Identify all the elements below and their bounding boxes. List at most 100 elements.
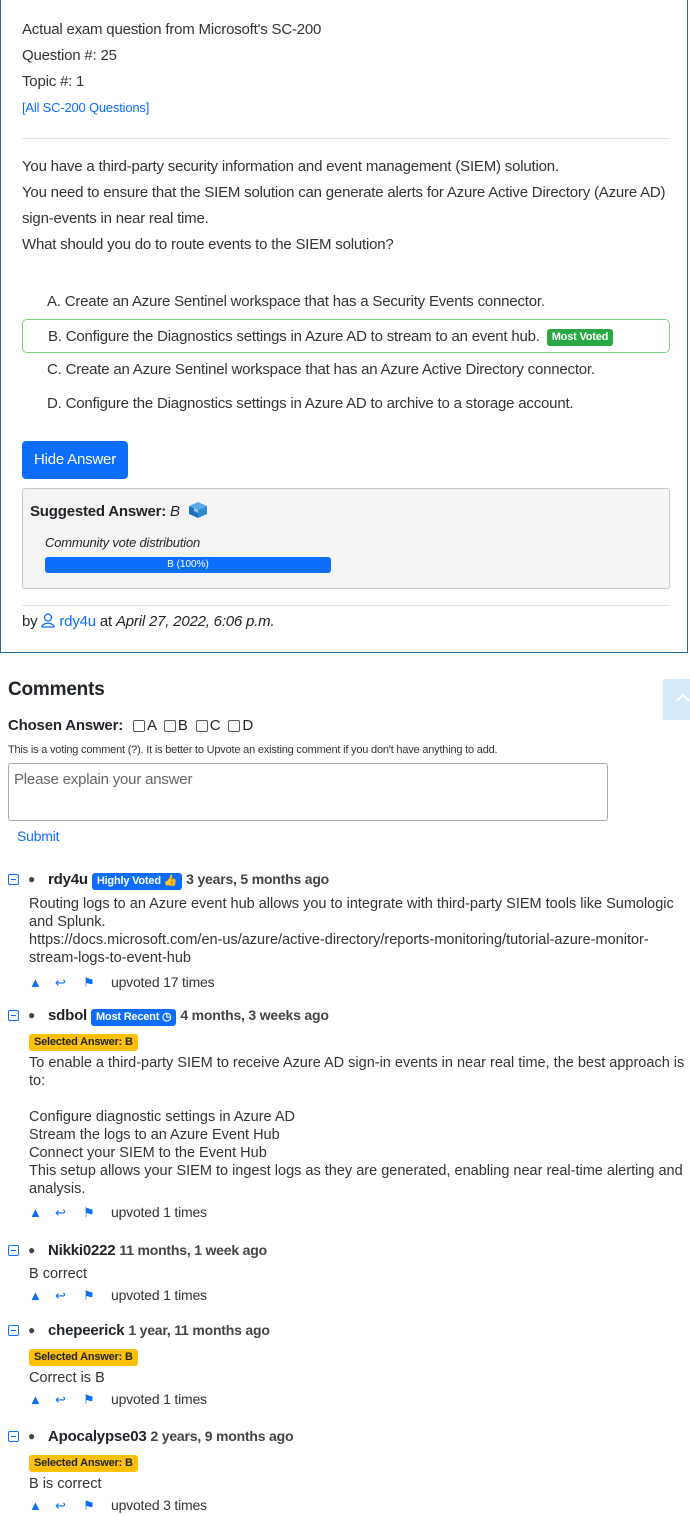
scroll-to-top-button[interactable] xyxy=(663,679,690,720)
submit-button[interactable]: Submit xyxy=(17,828,60,844)
upvote-icon[interactable]: ▲ xyxy=(29,1288,42,1303)
upvote-count: upvoted 1 times xyxy=(111,1287,207,1303)
byline-date: April 27, 2022, 6:06 p.m. xyxy=(115,613,275,630)
checkbox-b[interactable] xyxy=(163,720,176,733)
option-a-label: A xyxy=(146,717,156,734)
flag-icon[interactable]: ⚑ xyxy=(83,975,95,991)
chosen-answer-row: Chosen Answer: A B C D xyxy=(8,717,253,734)
reply-icon[interactable]: ↩ xyxy=(55,1288,66,1304)
comment: ● Apocalypse03 2 years, 9 months ago Sel… xyxy=(8,1428,688,1516)
vote-distribution-label: Community vote distribution xyxy=(45,535,200,550)
comment-input[interactable]: Please explain your answer xyxy=(8,763,608,821)
thumbs-up-icon: 👍 xyxy=(163,875,178,887)
checkbox-a[interactable] xyxy=(132,720,145,733)
upvote-count: upvoted 3 times xyxy=(111,1497,207,1513)
flag-icon[interactable]: ⚑ xyxy=(83,1392,95,1408)
comment-time: 11 months, 1 week ago xyxy=(119,1242,267,1258)
comment-user[interactable]: chepeerick 1 year, 11 months ago xyxy=(48,1322,270,1339)
hide-answer-button[interactable]: Hide Answer xyxy=(22,441,128,479)
checkbox-d[interactable] xyxy=(228,720,241,733)
option-d-label: D xyxy=(242,717,253,734)
question-card: Actual exam question from Microsoft's SC… xyxy=(0,0,688,653)
flag-icon[interactable]: ⚑ xyxy=(83,1288,95,1304)
choice-a-text: A. Create an Azure Sentinel workspace th… xyxy=(47,293,545,310)
suggested-answer-box: Suggested Answer: B Community vote distr… xyxy=(22,488,670,589)
topic-number: Topic #: 1 xyxy=(22,73,85,90)
reply-icon[interactable]: ↩ xyxy=(55,1205,66,1221)
choice-c[interactable]: C. Create an Azure Sentinel workspace th… xyxy=(22,353,670,387)
comment-actions: ▲ ↩ ⚑ upvoted 3 times xyxy=(29,1496,688,1516)
choice-d-text: D. Configure the Diagnostics settings in… xyxy=(47,395,574,412)
comment-actions: ▲ ↩ ⚑ upvoted 1 times xyxy=(29,1390,688,1410)
reply-icon[interactable]: ↩ xyxy=(55,1392,66,1408)
divider xyxy=(22,605,670,606)
comment-user[interactable]: Nikki0222 11 months, 1 week ago xyxy=(48,1242,267,1259)
user-icon: ● xyxy=(28,1323,36,1337)
comment-actions: ▲ ↩ ⚑ upvoted 1 times xyxy=(29,1203,688,1223)
comment-user[interactable]: Apocalypse03 2 years, 9 months ago xyxy=(48,1428,294,1445)
divider xyxy=(22,138,670,139)
upvote-icon[interactable]: ▲ xyxy=(29,975,42,990)
voting-note: This is a voting comment (?). It is bett… xyxy=(8,744,498,756)
comment-user[interactable]: sdbol Most Recent ◷ 4 months, 3 weeks ag… xyxy=(48,1007,329,1026)
user-icon: ● xyxy=(28,1429,36,1443)
reply-icon[interactable]: ↩ xyxy=(55,975,66,991)
upvote-count: upvoted 1 times xyxy=(111,1391,207,1407)
collapse-icon[interactable] xyxy=(8,874,19,885)
comment-body: B is correct xyxy=(29,1476,102,1492)
choice-a[interactable]: A. Create an Azure Sentinel workspace th… xyxy=(22,285,670,319)
upvote-count: upvoted 17 times xyxy=(111,974,215,990)
user-icon: ● xyxy=(28,872,36,886)
most-voted-badge: Most Voted xyxy=(546,328,614,346)
upvote-icon[interactable]: ▲ xyxy=(29,1205,42,1220)
question-text: You have a third-party security informat… xyxy=(22,154,672,258)
question-p3: What should you do to route events to th… xyxy=(22,236,394,253)
comment: ● Nikki0222 11 months, 1 week ago B corr… xyxy=(8,1242,688,1306)
flag-icon[interactable]: ⚑ xyxy=(83,1205,95,1221)
selected-answer-badge: Selected Answer: B xyxy=(29,1349,138,1366)
option-b-label: B xyxy=(177,717,188,734)
question-p1: You have a third-party security informat… xyxy=(22,158,559,175)
comment-time: 3 years, 5 months ago xyxy=(186,871,330,887)
comment-body: To enable a third-party SIEM to receive … xyxy=(29,1055,685,1197)
flag-icon[interactable]: ⚑ xyxy=(83,1498,95,1514)
choice-b-text: B. Configure the Diagnostics settings in… xyxy=(48,328,540,345)
byline-user[interactable]: rdy4u xyxy=(59,613,96,630)
comment-time: 4 months, 3 weeks ago xyxy=(180,1007,329,1023)
selected-answer-badge: Selected Answer: B xyxy=(29,1455,138,1472)
selected-answer-badge: Selected Answer: B xyxy=(29,1034,138,1051)
chevron-up-icon xyxy=(676,693,690,702)
question-number: Question #: 25 xyxy=(22,47,117,64)
comment: ● rdy4u Highly Voted 👍 3 years, 5 months… xyxy=(8,871,688,993)
comment-actions: ▲ ↩ ⚑ upvoted 1 times xyxy=(29,1286,688,1306)
choice-b[interactable]: B. Configure the Diagnostics settings in… xyxy=(22,319,670,353)
comment-user[interactable]: rdy4u Highly Voted 👍 3 years, 5 months a… xyxy=(48,871,329,890)
option-c-label: C xyxy=(209,717,221,734)
question-p2: You need to ensure that the SIEM solutio… xyxy=(22,184,666,227)
suggested-answer-label: Suggested Answer: xyxy=(30,502,167,520)
upvote-count: upvoted 1 times xyxy=(111,1204,207,1220)
byline-by: by xyxy=(22,613,38,630)
checkbox-c[interactable] xyxy=(195,720,208,733)
collapse-icon[interactable] xyxy=(8,1431,19,1442)
upvote-icon[interactable]: ▲ xyxy=(29,1498,42,1513)
collapse-icon[interactable] xyxy=(8,1010,19,1021)
collapse-icon[interactable] xyxy=(8,1245,19,1256)
comment: ● sdbol Most Recent ◷ 4 months, 3 weeks … xyxy=(8,1007,688,1223)
comment-body: Correct is B xyxy=(29,1370,105,1386)
choice-d[interactable]: D. Configure the Diagnostics settings in… xyxy=(22,387,670,421)
cube-icon xyxy=(188,501,208,523)
byline: by rdy4u at April 27, 2022, 6:06 p.m. xyxy=(22,613,275,632)
reply-icon[interactable]: ↩ xyxy=(55,1498,66,1514)
user-outline-icon xyxy=(41,613,56,632)
comment-actions: ▲ ↩ ⚑ upvoted 17 times xyxy=(29,973,688,993)
comment: ● chepeerick 1 year, 11 months ago Selec… xyxy=(8,1322,688,1410)
exam-title: Actual exam question from Microsoft's SC… xyxy=(22,21,322,38)
comment-time: 2 years, 9 months ago xyxy=(150,1428,294,1444)
chosen-answer-label: Chosen Answer: xyxy=(8,717,123,734)
most-recent-badge: Most Recent ◷ xyxy=(90,1009,177,1026)
all-questions-link[interactable]: [All SC-200 Questions] xyxy=(22,100,149,115)
upvote-icon[interactable]: ▲ xyxy=(29,1392,42,1407)
collapse-icon[interactable] xyxy=(8,1325,19,1336)
highly-voted-badge: Highly Voted 👍 xyxy=(91,873,183,890)
